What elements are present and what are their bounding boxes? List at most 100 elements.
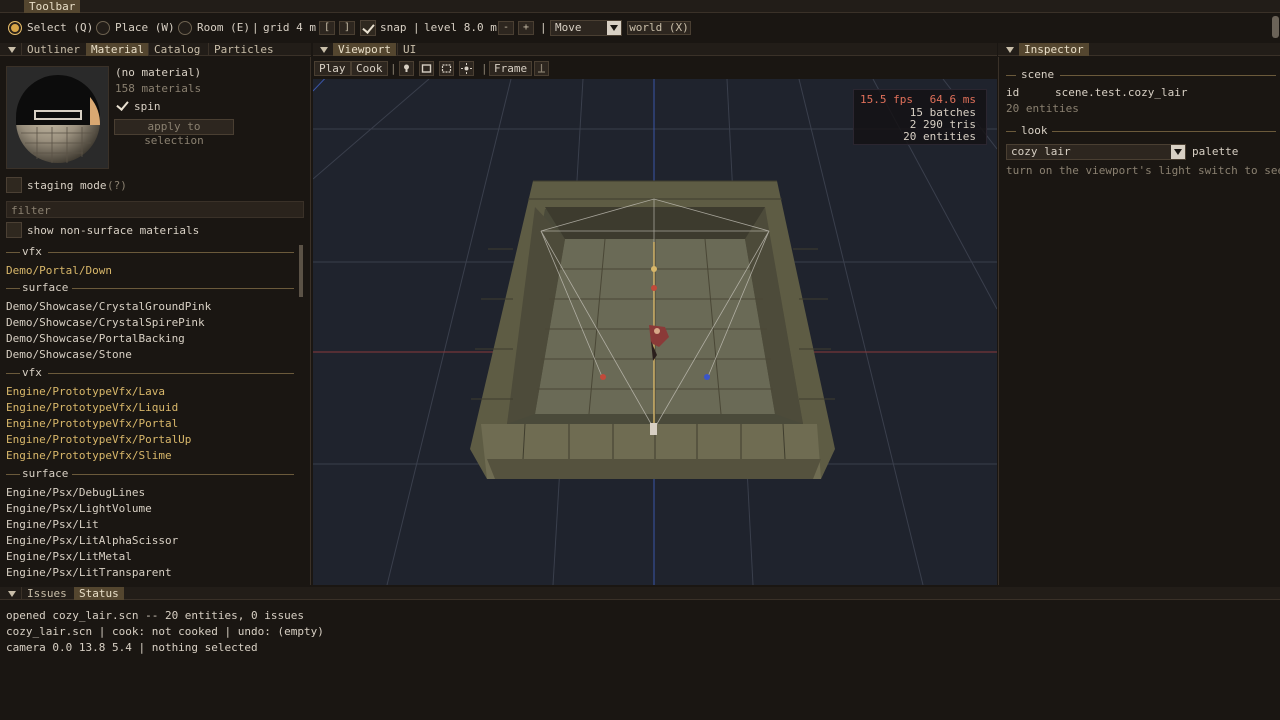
tab-status[interactable]: Status — [74, 587, 124, 600]
preview-sphere-image — [16, 75, 101, 163]
tab-particles[interactable]: Particles — [208, 43, 279, 56]
staging-help[interactable]: (?) — [107, 179, 127, 192]
section-divider — [1060, 75, 1276, 76]
grid-decrease-button[interactable]: [ — [319, 21, 335, 35]
toolbar-divider: | — [252, 21, 259, 34]
level-increase-button[interactable]: + — [518, 21, 534, 35]
filter-input[interactable]: filter — [6, 201, 304, 218]
transform-mode-select[interactable]: Move — [550, 20, 622, 36]
select-tool-radio[interactable] — [8, 21, 22, 35]
palette-select[interactable]: cozy lair — [1006, 144, 1186, 160]
sun-toggle-icon[interactable] — [459, 61, 474, 76]
snap-checkbox[interactable] — [360, 20, 376, 36]
place-tool-label[interactable]: Place (W) — [115, 21, 175, 34]
material-list-item[interactable]: Demo/Showcase/CrystalGroundPink — [6, 300, 211, 313]
select-tool-label[interactable]: Select (Q) — [27, 21, 93, 34]
toolbar-title[interactable]: Toolbar — [24, 0, 81, 13]
bounds-toggle-icon[interactable] — [419, 61, 434, 76]
material-list-item[interactable]: Demo/Showcase/Stone — [6, 348, 132, 361]
collapse-icon[interactable] — [1006, 47, 1014, 53]
tab-issues[interactable]: Issues — [21, 587, 72, 600]
anchor-glyph — [538, 64, 545, 73]
section-divider — [6, 474, 20, 475]
section-divider — [48, 373, 294, 374]
material-panel: (no material) 158 materials spin apply t… — [0, 57, 311, 585]
material-list-item[interactable]: Engine/Psx/LitTransparent — [6, 566, 172, 579]
section-divider — [6, 288, 20, 289]
section-divider — [1006, 131, 1016, 132]
stats-overlay: 15.5 fps 64.6 ms 15 batches 2 290 tris 2… — [853, 89, 987, 145]
place-tool-radio[interactable] — [96, 21, 110, 35]
room-tool-label[interactable]: Room (E) — [197, 21, 250, 34]
toolbar-scrollbar[interactable] — [1272, 16, 1279, 38]
section-header-vfx: vfx — [22, 366, 42, 379]
gizmo-handle[interactable] — [704, 374, 710, 380]
collapse-icon[interactable] — [8, 47, 16, 53]
material-list-item[interactable]: Engine/PrototypeVfx/Liquid — [6, 401, 178, 414]
collapse-icon[interactable] — [320, 47, 328, 53]
inspector-titlebar: Inspector — [998, 43, 1280, 56]
spin-checkbox[interactable] — [115, 98, 130, 113]
3d-viewport[interactable]: 15.5 fps 64.6 ms 15 batches 2 290 tris 2… — [313, 79, 997, 585]
palette-value: cozy lair — [1011, 145, 1071, 158]
gizmo-handle[interactable] — [651, 285, 657, 291]
tab-outliner[interactable]: Outliner — [21, 43, 85, 56]
show-nonsurface-label: show non-surface materials — [27, 224, 200, 237]
collapse-icon[interactable] — [8, 591, 16, 597]
show-nonsurface-checkbox[interactable] — [6, 222, 22, 238]
material-list-item[interactable]: Engine/PrototypeVfx/Portal — [6, 417, 178, 430]
material-preview — [6, 66, 109, 169]
staging-mode-checkbox[interactable] — [6, 177, 22, 193]
level-decrease-button[interactable]: - — [498, 21, 514, 35]
material-list-item[interactable]: Engine/Psx/Lit — [6, 518, 99, 531]
play-button[interactable]: Play — [314, 61, 351, 76]
section-divider — [48, 252, 294, 253]
tab-ui[interactable]: UI — [397, 43, 421, 56]
material-list-item[interactable]: Demo/Showcase/PortalBacking — [6, 332, 185, 345]
section-divider — [72, 474, 294, 475]
material-list-scrollbar[interactable] — [299, 245, 303, 297]
material-list-item[interactable]: Engine/Psx/LitAlphaScissor — [6, 534, 178, 547]
grid-increase-button[interactable]: ] — [339, 21, 355, 35]
gizmo-handle[interactable] — [600, 374, 606, 380]
material-list-item[interactable]: Engine/PrototypeVfx/Slime — [6, 449, 172, 462]
entities-count: 20 entities — [1006, 102, 1079, 115]
apply-to-selection-button[interactable]: apply to selection — [114, 119, 234, 147]
light-switch-icon[interactable] — [399, 61, 414, 76]
toolbar-titlebar: Toolbar — [0, 0, 1280, 13]
tab-catalog[interactable]: Catalog — [148, 43, 205, 56]
world-space-button[interactable]: world (X) — [627, 21, 691, 35]
tab-material[interactable]: Material — [86, 43, 149, 56]
material-list-item[interactable]: Engine/Psx/LightVolume — [6, 502, 152, 515]
tab-viewport[interactable]: Viewport — [333, 43, 396, 56]
material-list-item[interactable]: Demo/Portal/Down — [6, 264, 112, 277]
section-divider — [6, 373, 20, 374]
entities-readout: 20 entities — [903, 130, 976, 143]
chevron-down-icon — [1171, 145, 1185, 159]
material-list-item[interactable]: Engine/Psx/LitMetal — [6, 550, 132, 563]
material-list-item[interactable]: Engine/PrototypeVfx/Lava — [6, 385, 165, 398]
section-header-surface: surface — [22, 467, 69, 480]
material-list-item[interactable]: Demo/Showcase/CrystalSpirePink — [6, 316, 205, 329]
toolbar-divider: | — [540, 21, 547, 34]
anchor-icon[interactable] — [534, 61, 549, 76]
inspector-title[interactable]: Inspector — [1019, 43, 1089, 56]
cook-button[interactable]: Cook — [351, 61, 388, 76]
gizmo-handle[interactable] — [650, 423, 657, 435]
look-header: look — [1021, 124, 1048, 137]
frame-button[interactable]: Frame — [489, 61, 533, 76]
gizmo-handle[interactable] — [651, 266, 657, 272]
scene-render[interactable] — [313, 79, 997, 585]
inspector-panel: scene id scene.test.cozy_lair 20 entitie… — [998, 57, 1280, 585]
section-header-vfx: vfx — [22, 245, 42, 258]
dashed-square-glyph — [441, 64, 452, 73]
toolbar-divider: | — [390, 62, 397, 75]
material-list-item[interactable]: Engine/Psx/DebugLines — [6, 486, 145, 499]
status-line: opened cozy_lair.scn -- 20 entities, 0 i… — [6, 609, 305, 622]
material-list-item[interactable]: Engine/PrototypeVfx/PortalUp — [6, 433, 191, 446]
bulb-glyph — [404, 64, 409, 72]
material-name: (no material) — [115, 66, 202, 79]
selection-toggle-icon[interactable] — [439, 61, 454, 76]
room-tool-radio[interactable] — [178, 21, 192, 35]
filter-placeholder: filter — [11, 204, 51, 217]
